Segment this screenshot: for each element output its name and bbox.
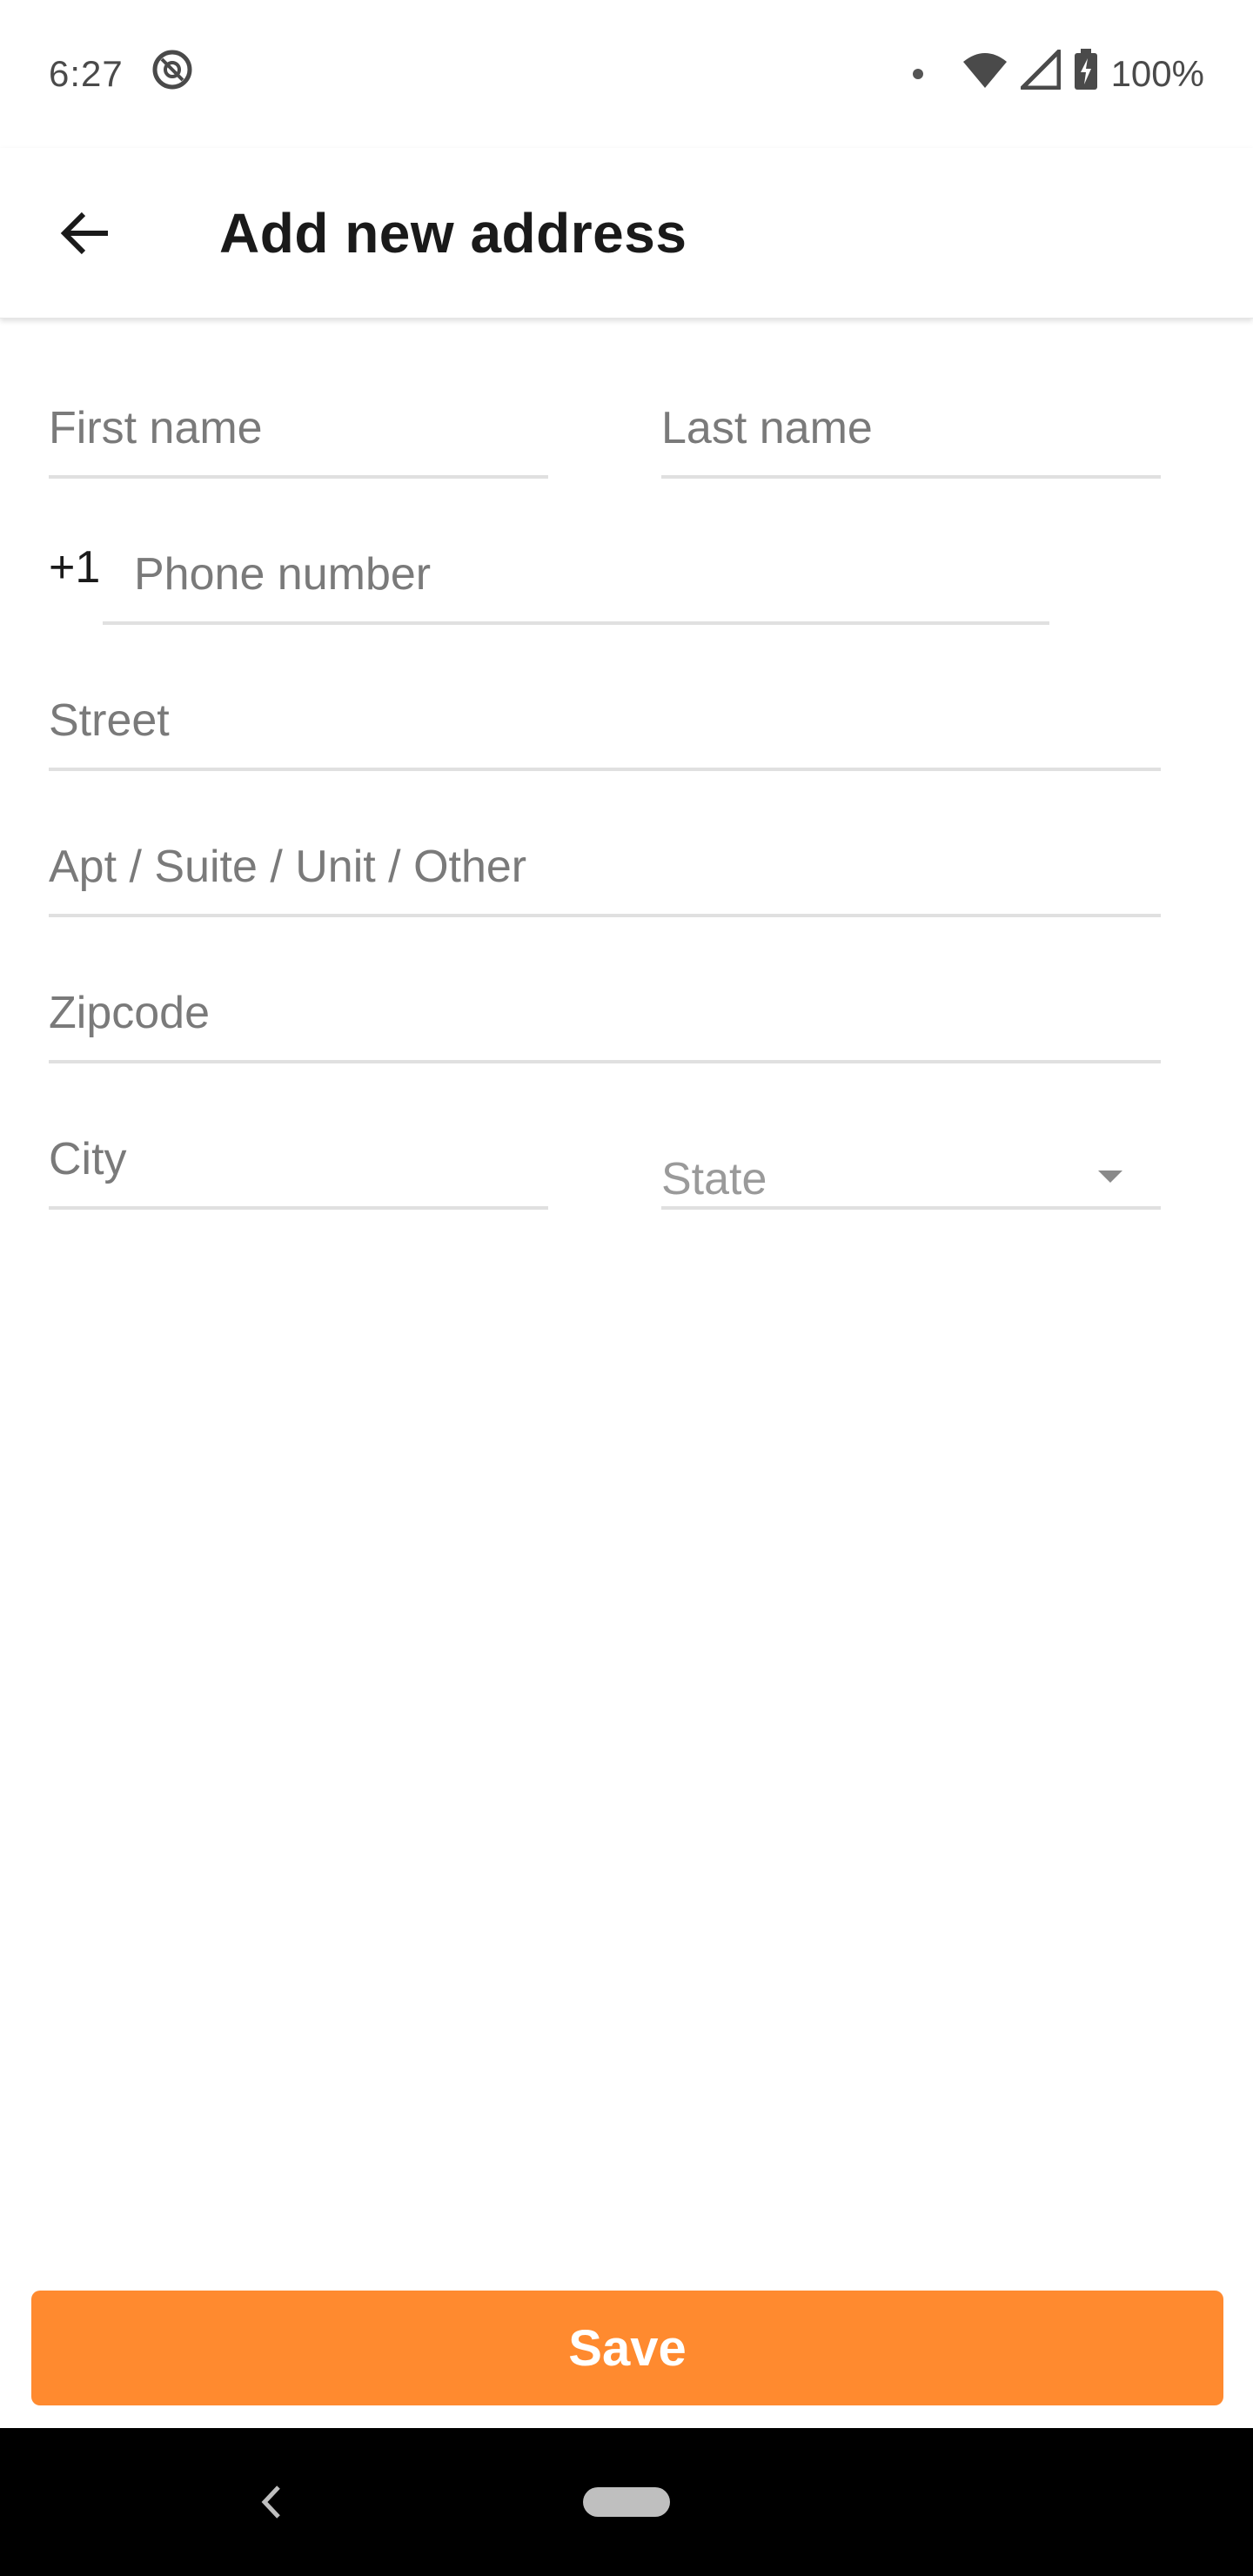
state-label: State [661, 1154, 767, 1204]
status-time: 6:27 [49, 53, 124, 94]
page-title: Add new address [219, 201, 687, 265]
last-name-input[interactable] [661, 393, 1161, 463]
first-name-input[interactable] [49, 393, 548, 463]
status-bar: 6:27 100% [0, 0, 1253, 148]
last-name-field [661, 393, 1161, 479]
save-button[interactable]: Save [31, 2291, 1223, 2405]
app-bar: Add new address [0, 148, 1253, 319]
city-field [49, 1124, 548, 1210]
phone-number-input[interactable] [103, 540, 1049, 609]
nav-home-pill[interactable] [583, 2487, 670, 2517]
status-left: 6:27 [49, 47, 195, 101]
state-select[interactable]: State [661, 1131, 1161, 1210]
back-button[interactable] [33, 181, 137, 285]
city-input[interactable] [49, 1124, 548, 1194]
status-right: 100% [912, 48, 1204, 100]
zipcode-field [49, 978, 1161, 1063]
zipcode-input[interactable] [49, 978, 1161, 1048]
street-field [49, 686, 1161, 771]
no-disturb-icon [150, 47, 195, 101]
battery-percent: 100% [1110, 53, 1204, 94]
phone-field [103, 540, 1049, 625]
arrow-back-icon [60, 211, 108, 254]
apt-field [49, 832, 1161, 917]
wifi-icon [962, 50, 1008, 98]
phone-country-code: +1 [49, 542, 101, 593]
battery-charging-icon [1073, 48, 1099, 100]
street-input[interactable] [49, 686, 1161, 755]
apt-input[interactable] [49, 832, 1161, 902]
screen: 6:27 100% Add new address First name Las… [0, 0, 1253, 2576]
nav-back-icon[interactable] [254, 2480, 289, 2524]
system-nav-bar [0, 2428, 1253, 2576]
dropdown-arrow-icon [1098, 1171, 1122, 1183]
notification-dot-icon [912, 69, 923, 79]
cell-signal-icon [1020, 49, 1062, 98]
first-name-field [49, 393, 548, 479]
